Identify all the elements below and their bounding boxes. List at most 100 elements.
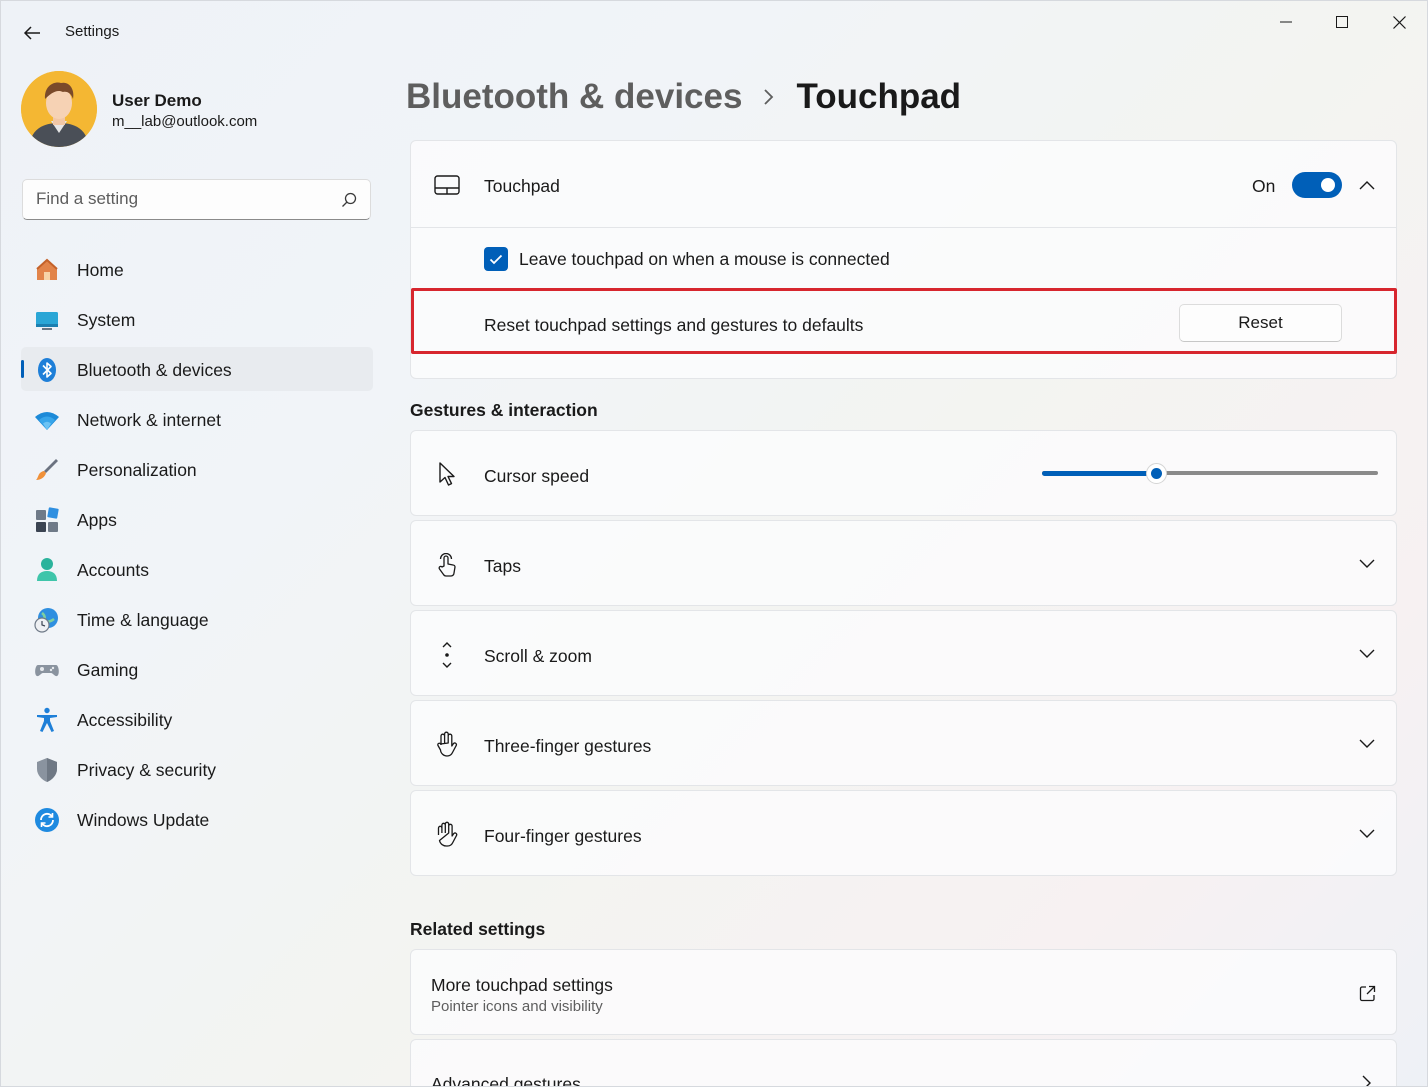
- touchpad-icon-wrap: [433, 171, 461, 199]
- sidebar-item-system[interactable]: System: [21, 297, 373, 341]
- user-email: m__lab@outlook.com: [112, 113, 257, 130]
- close-button[interactable]: [1376, 9, 1422, 35]
- scroll-icon: [440, 641, 454, 669]
- more-touchpad-settings-link[interactable]: More touchpad settings Pointer icons and…: [410, 949, 1397, 1035]
- expand-button[interactable]: [1357, 644, 1377, 664]
- touchpad-expander-header[interactable]: Touchpad On: [410, 140, 1397, 228]
- expand-button[interactable]: [1357, 554, 1377, 574]
- minimize-icon: [1280, 16, 1292, 28]
- settings-window: Settings User Demo m__lab@outlook.com: [0, 0, 1428, 1087]
- tap-icon: [435, 553, 459, 577]
- touchpad-icon: [434, 175, 460, 195]
- search-box[interactable]: [22, 179, 371, 220]
- three-finger-label: Three-finger gestures: [484, 736, 651, 757]
- sidebar-item-label: Home: [77, 260, 124, 281]
- expand-button[interactable]: [1357, 734, 1377, 754]
- navigate-button[interactable]: [1357, 1073, 1377, 1087]
- touchpad-label: Touchpad: [484, 176, 560, 197]
- sidebar-item-label: Accounts: [77, 560, 149, 581]
- sidebar-item-label: Gaming: [77, 660, 138, 681]
- maximize-button[interactable]: [1319, 9, 1365, 35]
- breadcrumb: Bluetooth & devices Touchpad: [406, 75, 961, 119]
- back-arrow-icon: [23, 25, 41, 41]
- sidebar-item-home[interactable]: Home: [21, 247, 373, 291]
- four-finger-label: Four-finger gestures: [484, 826, 642, 847]
- bluetooth-icon: [34, 357, 60, 383]
- sidebar-item-time-language[interactable]: Time & language: [21, 597, 373, 641]
- page-title: Touchpad: [796, 77, 961, 117]
- sidebar-item-network-internet[interactable]: Network & internet: [21, 397, 373, 441]
- expand-button[interactable]: [1357, 824, 1377, 844]
- three-finger-gestures-expander[interactable]: Three-finger gestures: [410, 700, 1397, 786]
- toggle-state-label: On: [1252, 176, 1275, 197]
- app-title: Settings: [65, 23, 119, 40]
- sidebar-nav: Home System Bluetooth & devices Network …: [21, 247, 373, 847]
- four-finger-gestures-expander[interactable]: Four-finger gestures: [410, 790, 1397, 876]
- advanced-gestures-link[interactable]: Advanced gestures: [410, 1039, 1397, 1087]
- touchpad-toggle[interactable]: [1292, 172, 1342, 198]
- minimize-button[interactable]: [1263, 9, 1309, 35]
- sidebar-item-privacy-security[interactable]: Privacy & security: [21, 747, 373, 791]
- sidebar-item-accessibility[interactable]: Accessibility: [21, 697, 373, 741]
- title-bar: Settings: [1, 1, 1427, 63]
- sidebar-item-label: Time & language: [77, 610, 209, 631]
- accounts-icon: [34, 557, 60, 583]
- sidebar-item-apps[interactable]: Apps: [21, 497, 373, 541]
- sidebar-item-label: Personalization: [77, 460, 197, 481]
- gestures-section-title: Gestures & interaction: [410, 400, 598, 421]
- four-finger-icon-wrap: [433, 820, 461, 848]
- chevron-right-icon: [763, 88, 775, 106]
- sidebar-item-gaming[interactable]: Gaming: [21, 647, 373, 691]
- shield-icon: [34, 757, 60, 783]
- sidebar-item-accounts[interactable]: Accounts: [21, 547, 373, 591]
- system-icon: [34, 307, 60, 333]
- collapse-button[interactable]: [1357, 175, 1377, 195]
- highlight-box: [411, 288, 1397, 354]
- more-touchpad-settings-title: More touchpad settings: [431, 975, 613, 996]
- breadcrumb-separator: [742, 88, 796, 106]
- cursor-icon: [437, 461, 457, 487]
- open-external-button[interactable]: [1357, 983, 1377, 1003]
- avatar-illustration-icon: [21, 71, 97, 147]
- open-external-icon: [1359, 985, 1376, 1002]
- chevron-down-icon: [1359, 829, 1375, 839]
- leave-touchpad-on-checkbox[interactable]: [484, 247, 508, 271]
- sidebar-item-label: Privacy & security: [77, 760, 216, 781]
- advanced-gestures-title: Advanced gestures: [431, 1074, 581, 1087]
- back-button[interactable]: [19, 21, 45, 45]
- search-input[interactable]: [36, 189, 326, 209]
- cursor-speed-row: Cursor speed: [410, 430, 1397, 516]
- gamepad-icon: [34, 657, 60, 683]
- scroll-icon-wrap: [433, 641, 461, 669]
- sidebar-item-windows-update[interactable]: Windows Update: [21, 797, 373, 841]
- scroll-zoom-label: Scroll & zoom: [484, 646, 592, 667]
- user-profile[interactable]: User Demo m__lab@outlook.com: [21, 71, 371, 151]
- chevron-up-icon: [1359, 180, 1375, 190]
- related-section-title: Related settings: [410, 919, 545, 940]
- sidebar-item-label: Network & internet: [77, 410, 221, 431]
- cursor-speed-slider[interactable]: [1042, 471, 1378, 477]
- breadcrumb-parent-link[interactable]: Bluetooth & devices: [406, 77, 742, 117]
- sidebar-item-personalization[interactable]: Personalization: [21, 447, 373, 491]
- update-icon: [34, 807, 60, 833]
- taps-expander[interactable]: Taps: [410, 520, 1397, 606]
- tap-icon-wrap: [433, 551, 461, 579]
- three-finger-icon: [435, 731, 459, 757]
- chevron-right-icon: [1362, 1075, 1372, 1087]
- avatar: [21, 71, 97, 147]
- close-icon: [1393, 16, 1406, 29]
- sidebar-item-label: System: [77, 310, 135, 331]
- sidebar-item-label: Bluetooth & devices: [77, 360, 232, 381]
- search-icon: [341, 192, 357, 208]
- four-finger-icon: [434, 821, 460, 847]
- slider-thumb[interactable]: [1146, 463, 1167, 484]
- scroll-zoom-expander[interactable]: Scroll & zoom: [410, 610, 1397, 696]
- chevron-down-icon: [1359, 739, 1375, 749]
- sidebar-item-bluetooth-devices[interactable]: Bluetooth & devices: [21, 347, 373, 391]
- user-name: User Demo: [112, 91, 202, 111]
- maximize-icon: [1336, 16, 1348, 28]
- three-finger-icon-wrap: [433, 730, 461, 758]
- more-touchpad-settings-subtitle: Pointer icons and visibility: [431, 998, 603, 1015]
- taps-label: Taps: [484, 556, 521, 577]
- slider-fill: [1042, 471, 1156, 476]
